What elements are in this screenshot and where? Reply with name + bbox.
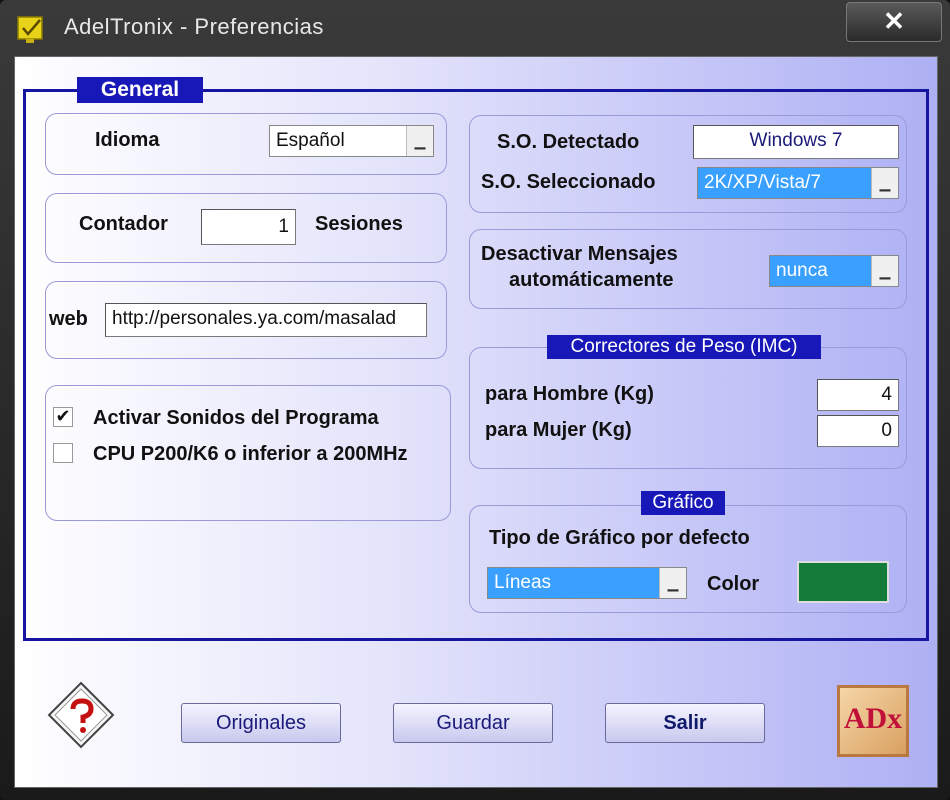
general-frame-title: General: [77, 77, 203, 103]
web-url-field[interactable]: http://personales.ya.com/masalad: [105, 303, 427, 337]
help-key-icon[interactable]: [45, 679, 117, 751]
color-label: Color: [707, 573, 760, 595]
idioma-label: Idioma: [95, 129, 160, 151]
grafico-title: Gráfico: [641, 491, 725, 515]
mensajes-label-line2: automáticamente: [509, 269, 674, 291]
so-seleccionado-value: 2K/XP/Vista/7: [704, 172, 821, 193]
salir-button[interactable]: Salir: [605, 703, 765, 743]
sonidos-checkbox[interactable]: ✔: [53, 407, 73, 427]
cpu-checkbox[interactable]: [53, 443, 73, 463]
adx-logo: ADx: [837, 685, 909, 757]
hombre-field[interactable]: 4: [817, 379, 899, 411]
mensajes-select[interactable]: nunca ▁: [769, 255, 899, 287]
tipo-grafico-label: Tipo de Gráfico por defecto: [489, 527, 750, 549]
so-detectado-field: Windows 7: [693, 125, 899, 159]
correctores-title: Correctores de Peso (IMC): [547, 335, 821, 359]
mensajes-value: nunca: [776, 260, 828, 281]
window-title: AdelTronix - Preferencias: [64, 14, 324, 39]
idioma-select-value: Español: [276, 130, 345, 151]
dropdown-arrow-icon[interactable]: ▁: [871, 168, 898, 198]
idioma-select[interactable]: Español ▁: [269, 125, 434, 157]
dropdown-arrow-icon[interactable]: ▁: [406, 126, 433, 156]
mujer-field[interactable]: 0: [817, 415, 899, 447]
so-seleccionado-select[interactable]: 2K/XP/Vista/7 ▁: [697, 167, 899, 199]
color-swatch[interactable]: [797, 561, 889, 603]
so-seleccionado-label: S.O. Seleccionado: [481, 171, 656, 193]
cpu-label: CPU P200/K6 o inferior a 200MHz: [93, 443, 408, 465]
close-button[interactable]: ✕: [846, 2, 942, 42]
so-detectado-label: S.O. Detectado: [497, 131, 640, 153]
hombre-label: para Hombre (Kg): [485, 383, 654, 405]
dropdown-arrow-icon[interactable]: ▁: [659, 568, 686, 598]
note-check-icon: [17, 16, 43, 43]
mensajes-label-line1: Desactivar Mensajes: [481, 243, 678, 265]
tipo-grafico-value: Líneas: [494, 572, 552, 593]
title-bar[interactable]: AdelTronix - Preferencias ✕: [0, 0, 950, 56]
dropdown-arrow-icon[interactable]: ▁: [871, 256, 898, 286]
client-area: General Idioma Español ▁ Contador 1 Sesi…: [14, 56, 938, 788]
tipo-grafico-select[interactable]: Líneas ▁: [487, 567, 687, 599]
preferences-window: AdelTronix - Preferencias ✕ General Idio…: [0, 0, 950, 800]
guardar-button[interactable]: Guardar: [393, 703, 553, 743]
adx-logo-text: ADx: [843, 702, 903, 735]
contador-field[interactable]: 1: [201, 209, 296, 245]
sonidos-label: Activar Sonidos del Programa: [93, 407, 379, 429]
originales-button[interactable]: Originales: [181, 703, 341, 743]
mujer-label: para Mujer (Kg): [485, 419, 632, 441]
web-label: web: [49, 308, 88, 330]
sesiones-label: Sesiones: [315, 213, 403, 235]
contador-label: Contador: [79, 213, 168, 235]
